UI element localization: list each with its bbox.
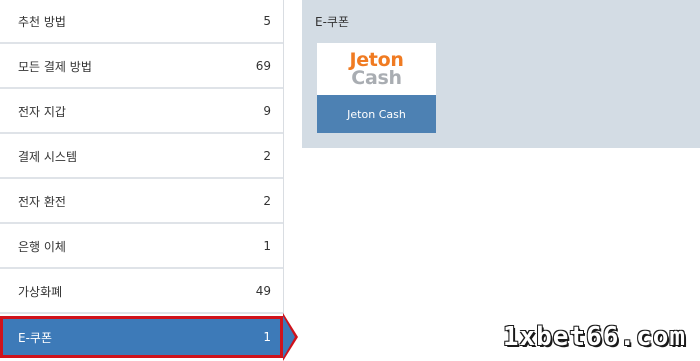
sidebar-item-count: 69 [255,59,271,73]
sidebar-item-e-wallets[interactable]: 전자 지갑 9 [0,90,283,134]
site-watermark: 1xbet66.com [502,322,686,352]
sidebar-item-label: 가상화폐 [18,284,63,299]
sidebar-item-label: 전자 환전 [18,194,66,209]
sidebar-item-label: 추천 방법 [18,14,66,29]
sidebar-item-e-coupon[interactable]: E-쿠폰 1 [0,316,283,358]
sidebar-item-count: 2 [263,149,271,163]
sidebar-item-count: 2 [263,194,271,208]
payment-methods-panel: E-쿠폰 Jeton Cash Jeton Cash [302,0,700,148]
sidebar-item-label: 은행 이체 [18,239,66,254]
sidebar-item-count: 1 [263,239,271,253]
sidebar-item-count: 5 [263,14,271,28]
sidebar-item-count: 1 [263,330,271,344]
sidebar-item-label: 모든 결제 방법 [18,59,92,74]
sidebar-item-label: E-쿠폰 [18,330,52,345]
sidebar-item-label: 결제 시스템 [18,149,78,164]
sidebar-item-all-payment-methods[interactable]: 모든 결제 방법 69 [0,45,283,89]
sidebar-item-recommended[interactable]: 추천 방법 5 [0,0,283,44]
sidebar-item-cryptocurrency[interactable]: 가상화폐 49 [0,270,283,314]
jeton-cash-logo: Jeton Cash [317,43,436,95]
sidebar-item-label: 전자 지갑 [18,104,66,119]
sidebar-item-count: 9 [263,104,271,118]
active-item-arrow [283,316,295,358]
payment-method-card-jeton-cash[interactable]: Jeton Cash Jeton Cash [317,43,436,133]
sidebar-item-count: 49 [255,284,271,298]
logo-line-2: Cash [351,67,402,89]
sidebar-item-e-exchange[interactable]: 전자 환전 2 [0,180,283,224]
sidebar-item-payment-systems[interactable]: 결제 시스템 2 [0,135,283,179]
panel-title: E-쿠폰 [315,15,349,29]
sidebar-item-bank-transfer[interactable]: 은행 이체 1 [0,225,283,269]
payment-category-sidebar: 추천 방법 5 모든 결제 방법 69 전자 지갑 9 결제 시스템 2 전자 … [0,0,284,358]
payment-method-label: Jeton Cash [317,95,436,133]
